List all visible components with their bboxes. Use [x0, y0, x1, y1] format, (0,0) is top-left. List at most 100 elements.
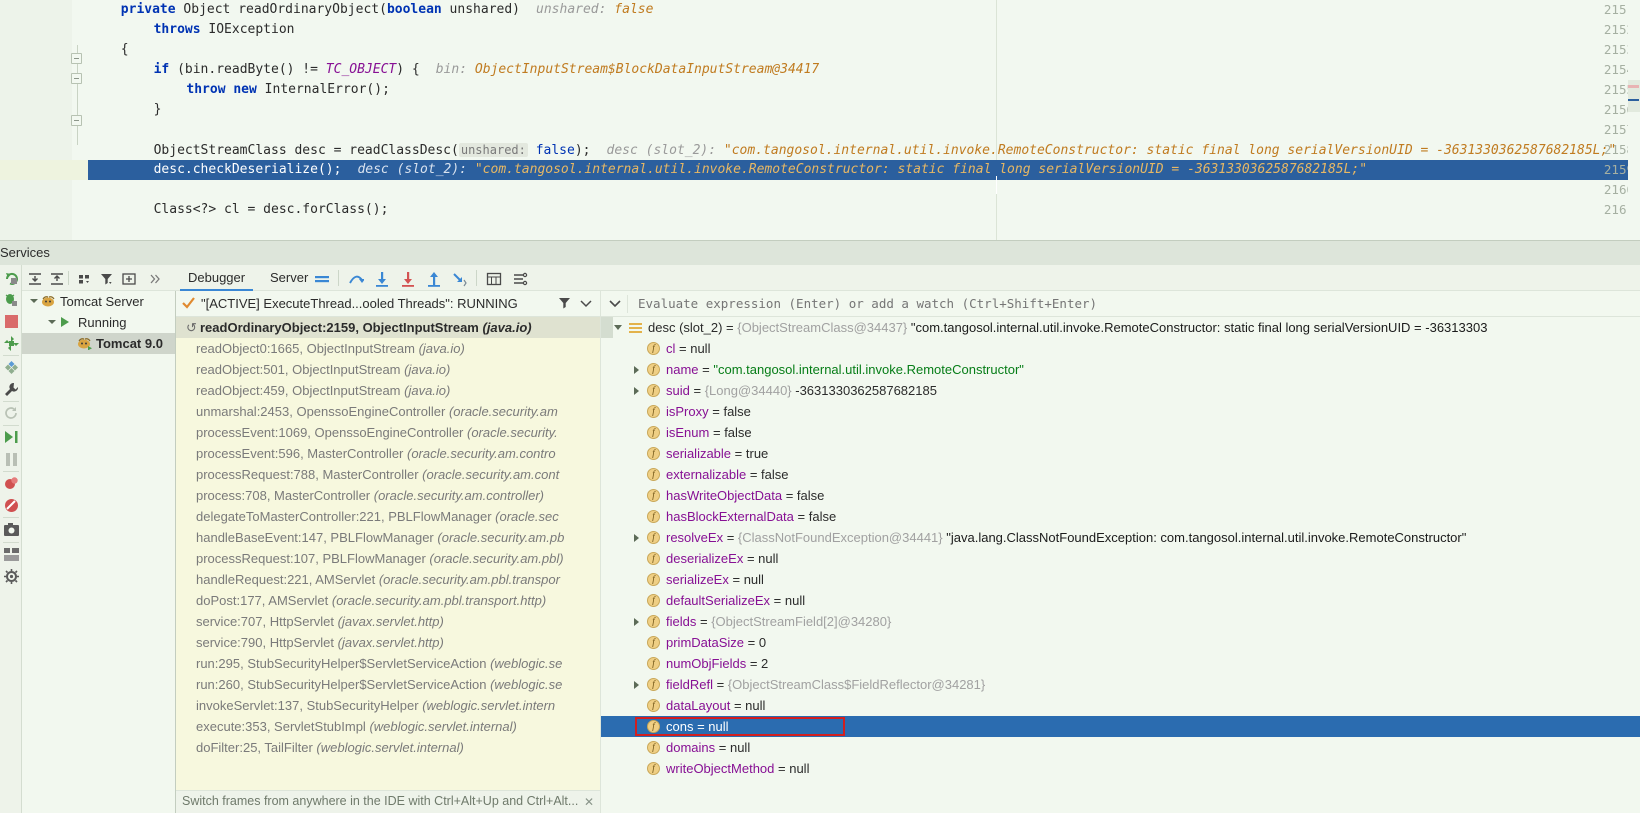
caret-marker-icon[interactable] [1628, 99, 1639, 101]
close-icon[interactable]: ✕ [584, 795, 594, 809]
group-icon[interactable] [76, 270, 93, 287]
variable-row[interactable]: f defaultSerializeEx = null [601, 590, 1640, 611]
settings-list-icon[interactable] [510, 269, 529, 288]
code-line[interactable]: { [121, 40, 129, 60]
chevron-down-icon[interactable] [609, 299, 621, 308]
variable-row[interactable]: f serializeEx = null [601, 569, 1640, 590]
chevron-right-icon[interactable] [631, 674, 642, 695]
frame-list-item[interactable]: processRequest:107, PBLFlowManager (orac… [176, 548, 600, 569]
services-tree-item[interactable]: Tomcat Server [22, 291, 175, 312]
variable-row[interactable]: f cl = null [601, 338, 1640, 359]
chevron-down-icon[interactable] [613, 317, 624, 338]
step-out-icon[interactable] [424, 269, 443, 288]
evaluate-expression-input[interactable] [636, 295, 1640, 312]
frames-list[interactable]: ↺ readOrdinaryObject:2159, ObjectInputStr… [176, 317, 600, 790]
wrench-icon[interactable] [2, 380, 20, 398]
code-line[interactable]: throw new InternalError(); [186, 80, 390, 100]
fold-toggle-icon[interactable] [71, 73, 82, 84]
variable-row[interactable]: f serializable = true [601, 443, 1640, 464]
variable-row[interactable]: f domains = null [601, 737, 1640, 758]
code-line[interactable]: if (bin.readByte() != TC_OBJECT) {bin: O… [154, 60, 820, 80]
force-step-into-icon[interactable] [398, 269, 417, 288]
fold-toggle-icon[interactable] [71, 115, 82, 126]
rerun-debug-icon[interactable] [2, 290, 20, 308]
editor-gutter[interactable] [0, 0, 72, 240]
variable-row[interactable]: f writeObjectMethod = null [601, 758, 1640, 779]
frame-list-item[interactable]: execute:353, ServletStubImpl (weblogic.s… [176, 716, 600, 737]
variable-row[interactable]: desc (slot_2) = {ObjectStreamClass@34437… [601, 317, 1640, 338]
frame-list-item[interactable]: service:790, HttpServlet (javax.servlet.… [176, 632, 600, 653]
frame-list-item[interactable]: readObject:501, ObjectInputStream (java.… [176, 359, 600, 380]
variable-row[interactable]: f name = "com.tangosol.internal.util.invo… [601, 359, 1640, 380]
layout-settings-icon[interactable] [312, 269, 331, 288]
chevron-down-icon[interactable] [46, 317, 57, 328]
chevron-right-icon[interactable] [631, 359, 642, 380]
code-line[interactable]: desc.checkDeserialize(); desc (slot_2): "… [154, 160, 1368, 180]
frame-list-item[interactable]: doFilter:25, TailFilter (weblogic.servle… [176, 737, 600, 758]
variable-row[interactable]: f suid = {Long@34440} -363133036258768218… [601, 380, 1640, 401]
variable-row[interactable]: f fields = {ObjectStreamField[2]@34280} [601, 611, 1640, 632]
services-tree-item[interactable]: Tomcat 9.0 [22, 333, 175, 354]
filter-icon[interactable] [98, 270, 115, 287]
code-line[interactable]: Class<?> cl = desc.forClass(); [154, 200, 389, 220]
settings-dots-icon[interactable] [2, 358, 20, 376]
frame-list-item[interactable]: unmarshal:2453, OpenssoEngineController … [176, 401, 600, 422]
code-line[interactable]: private Object readOrdinaryObject(boolea… [121, 0, 654, 20]
chevron-down-icon[interactable] [580, 300, 592, 308]
refresh-icon[interactable] [2, 404, 20, 422]
frame-list-item[interactable]: readObject:459, ObjectInputStream (java.… [176, 380, 600, 401]
frame-list-item[interactable]: processEvent:596, MasterController (orac… [176, 443, 600, 464]
editor-scroll-markers[interactable] [1628, 0, 1640, 240]
debugger-panel[interactable]: Debugger Server "[ACTIVE] ExecuteThread.… [176, 265, 1640, 813]
add-tab-icon[interactable] [120, 270, 137, 287]
services-tree[interactable]: Tomcat Server Running Tomcat 9.0 [22, 291, 176, 813]
collapse-all-icon[interactable] [48, 270, 65, 287]
redeploy-icon[interactable] [2, 334, 20, 352]
chevron-right-icon[interactable] [631, 611, 642, 632]
variable-row[interactable]: f resolveEx = {ClassNotFoundException@344… [601, 527, 1640, 548]
stop-icon[interactable] [2, 312, 20, 330]
fold-toggle-icon[interactable] [71, 53, 82, 64]
gear-icon[interactable] [2, 567, 20, 585]
chevron-down-icon[interactable] [28, 296, 39, 307]
variable-row[interactable]: f primDataSize = 0 [601, 632, 1640, 653]
warning-marker-icon[interactable] [1628, 85, 1639, 88]
view-breakpoints-icon[interactable] [2, 496, 20, 514]
tab-server[interactable]: Server [262, 265, 316, 291]
evaluate-icon[interactable] [484, 269, 503, 288]
frame-list-item[interactable]: process:708, MasterController (oracle.se… [176, 485, 600, 506]
frame-list-item[interactable]: handleBaseEvent:147, PBLFlowManager (ora… [176, 527, 600, 548]
frame-list-item[interactable]: processRequest:788, MasterController (or… [176, 464, 600, 485]
variable-row[interactable]: f isProxy = false [601, 401, 1640, 422]
code-editor[interactable]: 2151 private Object readOrdinaryObject(bo… [0, 0, 1640, 240]
resume-icon[interactable] [2, 428, 20, 446]
services-toolbar[interactable] [22, 265, 176, 291]
variable-row[interactable]: f externalizable = false [601, 464, 1640, 485]
filter-icon[interactable] [558, 296, 572, 310]
step-over-icon[interactable] [346, 269, 365, 288]
variables-panel[interactable]: desc (slot_2) = {ObjectStreamClass@34437… [600, 291, 1640, 813]
expand-all-icon[interactable] [26, 270, 43, 287]
chevron-right-icon[interactable] [631, 380, 642, 401]
frame-list-item[interactable]: delegateToMasterController:221, PBLFlowM… [176, 506, 600, 527]
variable-row[interactable]: f cons = null [601, 716, 1640, 737]
more-icon[interactable] [146, 270, 163, 287]
variables-tree[interactable]: desc (slot_2) = {ObjectStreamClass@34437… [601, 317, 1640, 813]
frame-list-item[interactable]: handleRequest:221, AMServlet (oracle.sec… [176, 569, 600, 590]
debug-actions-vertical-toolbar[interactable] [0, 265, 22, 813]
variable-row[interactable]: f dataLayout = null [601, 695, 1640, 716]
thread-selector[interactable]: "[ACTIVE] ExecuteThread...ooled Threads"… [176, 291, 600, 317]
frame-list-item[interactable]: run:260, StubSecurityHelper$ServletServi… [176, 674, 600, 695]
step-into-icon[interactable] [372, 269, 391, 288]
variable-row[interactable]: f hasWriteObjectData = false [601, 485, 1640, 506]
frame-list-item[interactable]: doPost:177, AMServlet (oracle.security.a… [176, 590, 600, 611]
code-line[interactable]: throws IOException [154, 20, 295, 40]
code-line[interactable]: } [154, 100, 162, 120]
layout-icon[interactable] [2, 545, 20, 563]
frame-list-item[interactable]: invokeServlet:137, StubSecurityHelper (w… [176, 695, 600, 716]
frame-list-item[interactable]: service:707, HttpServlet (javax.servlet.… [176, 611, 600, 632]
tab-debugger[interactable]: Debugger [180, 265, 254, 291]
mute-breakpoints-icon[interactable] [2, 474, 20, 492]
evaluate-expression-bar[interactable] [601, 291, 1640, 317]
chevron-right-icon[interactable] [631, 527, 642, 548]
